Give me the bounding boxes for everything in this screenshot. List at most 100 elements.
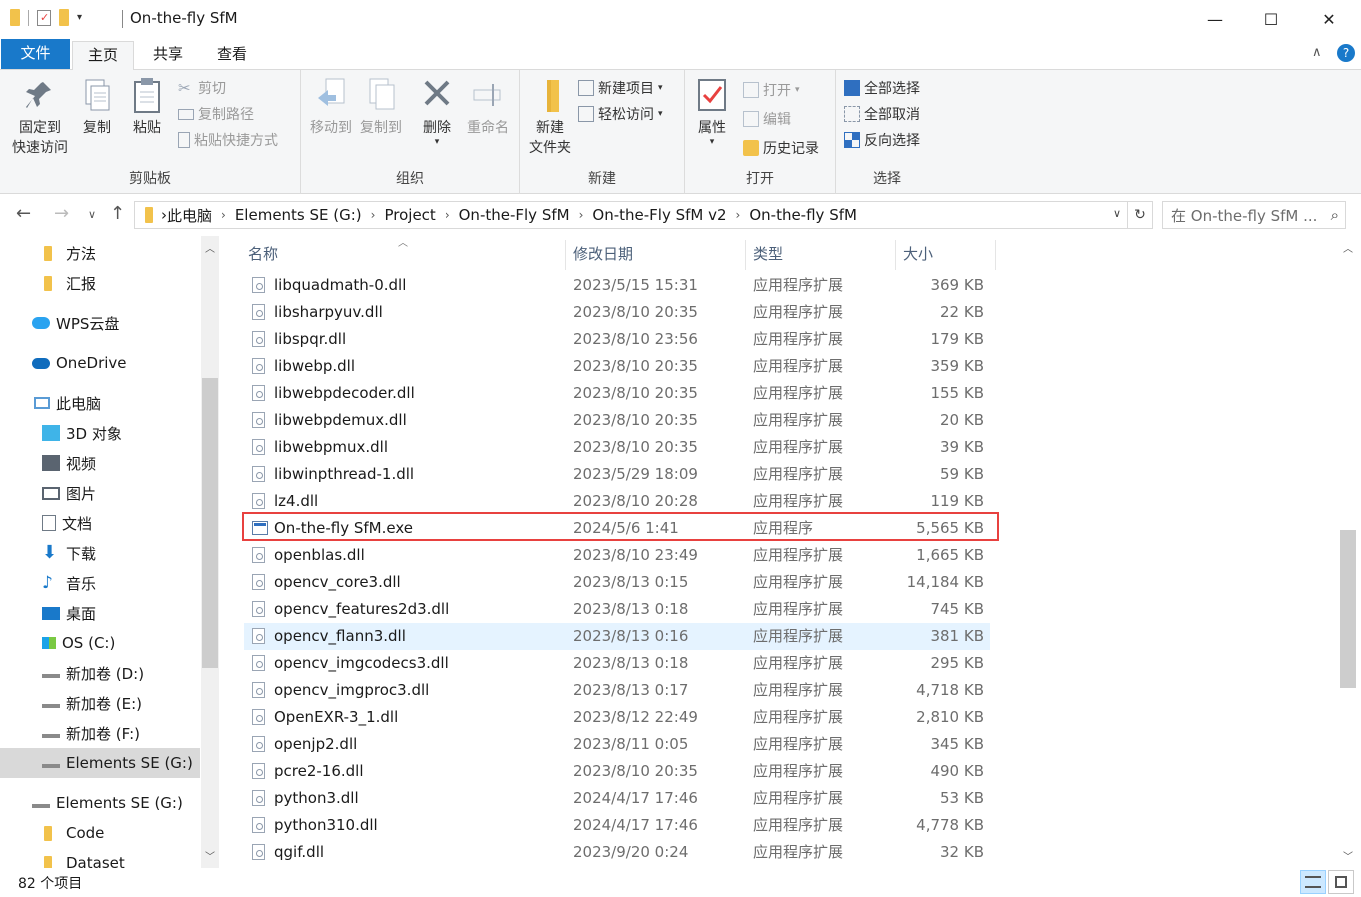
select-all-button[interactable]: 全部选择	[844, 78, 920, 98]
nav-item[interactable]: ⬇ 下载	[0, 538, 200, 568]
chevron-right-icon[interactable]: ›	[371, 208, 376, 222]
table-row[interactable]: libwebp.dll 2023/8/10 20:35 应用程序扩展 359 KB	[244, 353, 990, 380]
table-row[interactable]: opencv_core3.dll 2023/8/13 0:15 应用程序扩展 14,1…	[244, 569, 990, 596]
details-view-icon[interactable]	[1300, 870, 1326, 894]
history-button[interactable]: 历史记录	[743, 138, 819, 158]
nav-item[interactable]: OS (C:)	[0, 628, 200, 658]
new-folder-quick-icon[interactable]	[59, 9, 69, 26]
delete-button[interactable]: 删除 ▾	[415, 76, 459, 147]
chevron-right-icon[interactable]: ›	[579, 208, 584, 222]
close-button[interactable]: ✕	[1300, 0, 1358, 38]
scroll-down-chevron-icon[interactable]: ﹀	[1343, 848, 1353, 863]
nav-item[interactable]: 视频	[0, 448, 200, 478]
pin-quick-access-button[interactable]: 固定到 快速访问	[8, 76, 72, 158]
nav-item[interactable]: 文档	[0, 508, 200, 538]
table-row[interactable]: python3.dll 2024/4/17 17:46 应用程序扩展 53 KB	[244, 785, 990, 812]
nav-item[interactable]: Elements SE (G:)	[0, 788, 200, 818]
chevron-right-icon[interactable]: ›	[221, 208, 226, 222]
column-header-date[interactable]: 修改日期	[573, 236, 633, 272]
nav-item[interactable]: 3D 对象	[0, 418, 200, 448]
nav-item[interactable]: Code	[0, 818, 200, 848]
breadcrumb-item[interactable]: On-the-Fly SfM	[459, 206, 570, 224]
refresh-icon[interactable]: ↻	[1128, 201, 1153, 229]
column-header-name[interactable]: 名称	[248, 236, 278, 272]
table-row[interactable]: libspqr.dll 2023/8/10 23:56 应用程序扩展 179 KB	[244, 326, 990, 353]
column-header-type[interactable]: 类型	[753, 236, 783, 272]
chevron-right-icon[interactable]: ›	[445, 208, 450, 222]
nav-item-selected[interactable]: Elements SE (G:)	[0, 748, 200, 778]
back-arrow-icon[interactable]: ←	[16, 203, 31, 224]
copy-path-button[interactable]: 复制路径	[178, 104, 254, 124]
tab-home[interactable]: 主页	[72, 41, 134, 70]
address-box[interactable]: › 此电脑 › Elements SE (G:) › Project › On-…	[134, 201, 1128, 229]
table-row[interactable]: qgif.dll 2023/9/20 0:24 应用程序扩展 32 KB	[244, 839, 990, 866]
breadcrumb-item[interactable]: Elements SE (G:)	[235, 206, 362, 224]
new-item-button[interactable]: 新建项目 ▾	[578, 78, 663, 98]
nav-item[interactable]: Dataset	[0, 848, 200, 868]
breadcrumb-item[interactable]: 此电脑	[167, 205, 212, 226]
recent-locations-chevron-icon[interactable]: ∨	[88, 208, 96, 221]
table-row[interactable]: libwebpmux.dll 2023/8/10 20:35 应用程序扩展 39 KB	[244, 434, 990, 461]
nav-item[interactable]: 此电脑	[0, 388, 200, 418]
properties-quick-icon[interactable]: ✓	[37, 9, 51, 26]
easy-access-button[interactable]: 轻松访问 ▾	[578, 104, 663, 124]
table-row[interactable]: opencv_imgcodecs3.dll 2023/8/13 0:18 应用程序扩…	[244, 650, 990, 677]
column-header-size[interactable]: 大小	[903, 236, 933, 272]
customize-toolbar-chevron-icon[interactable]: ▾	[77, 12, 82, 23]
nav-item[interactable]: 新加卷 (D:)	[0, 658, 200, 688]
tab-view[interactable]: 查看	[202, 41, 262, 70]
file-list-scrollbar-thumb[interactable]	[1340, 530, 1356, 688]
table-row[interactable]: libquadmath-0.dll 2023/5/15 15:31 应用程序扩展 36…	[244, 272, 990, 299]
table-row[interactable]: libwinpthread-1.dll 2023/5/29 18:09 应用程序扩展…	[244, 461, 990, 488]
properties-button[interactable]: 属性 ▾	[691, 76, 733, 147]
paste-button[interactable]: 粘贴	[124, 76, 170, 138]
minimize-button[interactable]: —	[1186, 0, 1244, 38]
table-row[interactable]: libwebpdemux.dll 2023/8/10 20:35 应用程序扩展 20 …	[244, 407, 990, 434]
chevron-right-icon[interactable]: ›	[736, 208, 741, 222]
breadcrumb-item[interactable]: Project	[384, 206, 435, 224]
open-button[interactable]: 打开 ▾	[743, 80, 800, 100]
breadcrumb-item[interactable]: On-the-fly SfM	[749, 206, 857, 224]
scroll-up-chevron-icon[interactable]: ︿	[1343, 240, 1353, 255]
table-row-hovered[interactable]: opencv_flann3.dll 2023/8/13 0:16 应用程序扩展 381…	[244, 623, 990, 650]
table-row[interactable]: openjp2.dll 2023/8/11 0:05 应用程序扩展 345 KB	[244, 731, 990, 758]
nav-item[interactable]: WPS云盘	[0, 308, 200, 338]
search-input[interactable]: 在 On-the-fly SfM ... ⌕	[1162, 201, 1346, 229]
select-none-button[interactable]: 全部取消	[844, 104, 920, 124]
nav-item[interactable]: OneDrive	[0, 348, 200, 378]
table-row[interactable]: python310.dll 2024/4/17 17:46 应用程序扩展 4,778 …	[244, 812, 990, 839]
tab-share[interactable]: 共享	[138, 41, 198, 70]
nav-item[interactable]: 方法	[0, 238, 200, 268]
table-row[interactable]: pcre2-16.dll 2023/8/10 20:35 应用程序扩展 490 KB	[244, 758, 990, 785]
maximize-button[interactable]: ☐	[1242, 0, 1300, 38]
nav-item[interactable]: 图片	[0, 478, 200, 508]
help-icon[interactable]: ?	[1337, 44, 1355, 62]
large-icons-view-icon[interactable]	[1328, 870, 1354, 894]
breadcrumb-item[interactable]: On-the-Fly SfM v2	[592, 206, 726, 224]
edit-button[interactable]: 编辑	[743, 109, 791, 129]
table-row[interactable]: lz4.dll 2023/8/10 20:28 应用程序扩展 119 KB	[244, 488, 990, 515]
table-row[interactable]: libsharpyuv.dll 2023/8/10 20:35 应用程序扩展 22 K…	[244, 299, 990, 326]
invert-selection-button[interactable]: 反向选择	[844, 130, 920, 150]
nav-item[interactable]: 桌面	[0, 598, 200, 628]
copy-to-button[interactable]: 复制到	[355, 76, 407, 138]
table-row[interactable]: libwebpdecoder.dll 2023/8/10 20:35 应用程序扩展 1…	[244, 380, 990, 407]
table-row[interactable]: openblas.dll 2023/8/10 23:49 应用程序扩展 1,665 K…	[244, 542, 990, 569]
paste-shortcut-button[interactable]: 粘贴快捷方式	[178, 130, 278, 150]
nav-item[interactable]: 新加卷 (F:)	[0, 718, 200, 748]
up-arrow-icon[interactable]: ↑	[110, 203, 125, 224]
move-to-button[interactable]: 移动到	[305, 76, 357, 138]
forward-arrow-icon[interactable]: →	[54, 203, 69, 224]
nav-item[interactable]: 新加卷 (E:)	[0, 688, 200, 718]
cut-button[interactable]: ✂ 剪切	[178, 78, 226, 98]
nav-scrollbar[interactable]: ︿ ﹀	[201, 236, 219, 868]
scroll-down-chevron-icon[interactable]: ﹀	[205, 848, 215, 863]
table-row[interactable]: OpenEXR-3_1.dll 2023/8/12 22:49 应用程序扩展 2,81…	[244, 704, 990, 731]
nav-item[interactable]: ♪ 音乐	[0, 568, 200, 598]
copy-button[interactable]: 复制	[76, 76, 118, 138]
scroll-up-chevron-icon[interactable]: ︿	[205, 240, 215, 255]
nav-scrollbar-thumb[interactable]	[202, 378, 218, 668]
table-row[interactable]: opencv_features2d3.dll 2023/8/13 0:18 应用程序…	[244, 596, 990, 623]
address-dropdown-chevron-icon[interactable]: ∨	[1113, 207, 1121, 220]
file-list-scrollbar[interactable]: ︿ ﹀	[1339, 236, 1357, 868]
